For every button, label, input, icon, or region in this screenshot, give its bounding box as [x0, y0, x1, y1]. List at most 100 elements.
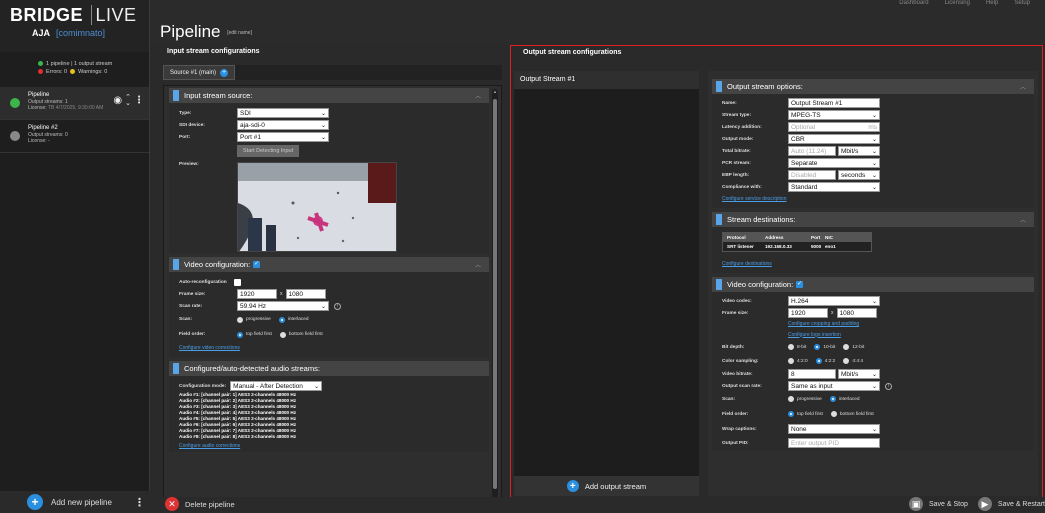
bit-depth-12-radio[interactable]: 12-bit: [843, 344, 864, 350]
help-link[interactable]: Help: [986, 0, 998, 6]
video-bitrate-label: Video bitrate:: [722, 371, 753, 377]
collapse-icon[interactable]: ︿: [475, 260, 481, 269]
configure-cropping-link[interactable]: Configure cropping and padding: [788, 321, 859, 327]
section-header[interactable]: Video configuration: ✓: [712, 277, 1034, 292]
checkbox-checked-icon[interactable]: ✓: [253, 261, 261, 268]
radio-label: top field first: [797, 411, 823, 417]
scroll-up-icon[interactable]: ▲: [492, 89, 498, 94]
video-bitrate-unit-select[interactable]: Mbit/s ⌄: [838, 369, 880, 379]
type-select[interactable]: SDI ⌄: [237, 108, 329, 118]
tab-source-1[interactable]: Source #1 (main) +: [163, 65, 236, 80]
width-input[interactable]: 1920: [237, 289, 277, 299]
start-detecting-button[interactable]: Start Detecting Input: [237, 144, 300, 157]
select-value: Manual - After Detection: [233, 382, 303, 390]
select-value: seconds: [841, 171, 866, 179]
pipeline-item-1[interactable]: Pipeline Output streams: 1 License: TB 4…: [0, 87, 149, 120]
sampling-420-radio[interactable]: 4:2:0: [788, 358, 808, 364]
output-mode-select[interactable]: CBR ⌄: [788, 134, 880, 144]
bottom-field-radio[interactable]: bottom field first: [830, 411, 874, 417]
output-pid-input[interactable]: Enter output PID: [788, 438, 880, 448]
bottom-field-radio[interactable]: bottom field first: [279, 331, 323, 338]
save-restart-button[interactable]: Save & Restart: [998, 501, 1045, 508]
info-icon[interactable]: i: [885, 382, 892, 390]
vertical-scrollbar[interactable]: ▲▼: [492, 89, 498, 513]
configure-service-link[interactable]: Configure service description: [722, 196, 786, 202]
bit-depth-8-radio[interactable]: 8-bit: [788, 344, 806, 350]
setup-link[interactable]: Setup: [1014, 0, 1030, 6]
table-row[interactable]: SRT listener 192.168.0.33 5000 eno1: [723, 242, 871, 251]
collapse-icon[interactable]: ︿: [475, 91, 481, 100]
save-icon[interactable]: ▣: [909, 497, 923, 511]
section-header[interactable]: Configured/auto-detected audio streams:: [169, 361, 489, 376]
config-mode-select[interactable]: Manual - After Detection ⌄: [230, 381, 323, 391]
port-select[interactable]: Port #1 ⌄: [237, 132, 329, 142]
column-header: NIC: [825, 235, 833, 240]
name-input[interactable]: Output Stream #1: [788, 98, 880, 108]
ebp-unit-select[interactable]: seconds ⌄: [838, 170, 880, 180]
latency-input[interactable]: Optional ms: [788, 122, 880, 132]
top-field-radio[interactable]: top field first: [237, 331, 272, 338]
reorder-icon[interactable]: ⌃ ⌄: [125, 94, 131, 107]
add-source-icon[interactable]: +: [220, 68, 229, 77]
configure-video-corrections-link[interactable]: Configure video corrections: [179, 345, 240, 351]
compliance-select[interactable]: Standard ⌄: [788, 182, 880, 192]
wrap-captions-select[interactable]: None ⌄: [788, 424, 880, 434]
section-header[interactable]: Stream destinations: ︿: [712, 212, 1034, 227]
total-bitrate-input[interactable]: Auto (11.24): [788, 146, 836, 156]
collapse-icon[interactable]: ︿: [1020, 215, 1026, 224]
section-header[interactable]: Video configuration: ✓ ︿: [169, 257, 489, 272]
more-menu-icon[interactable]: ⋮: [134, 496, 145, 509]
interlaced-radio[interactable]: interlaced: [278, 316, 309, 323]
stream-type-select[interactable]: MPEG-TS ⌄: [788, 110, 880, 120]
pipeline-item-2[interactable]: Pipeline #2 Output streams: 0 License: -: [0, 120, 149, 153]
top-field-radio[interactable]: top field first: [788, 411, 823, 417]
output-stream-item[interactable]: Output Stream #1: [514, 71, 699, 89]
section-header[interactable]: Input stream source: ︿: [169, 88, 489, 103]
sampling-444-radio[interactable]: 4:4:4: [843, 358, 863, 364]
progressive-radio[interactable]: progressive: [237, 316, 271, 323]
interlaced-radio[interactable]: interlaced: [829, 396, 860, 402]
add-pipeline-label[interactable]: Add new pipeline: [51, 498, 112, 507]
summary-errors: Errors: 0: [46, 69, 68, 75]
delete-pipeline-button[interactable]: ✕ Delete pipeline: [165, 497, 235, 511]
collapse-icon[interactable]: ︿: [1020, 82, 1026, 91]
pcr-select[interactable]: Separate ⌄: [788, 158, 880, 168]
play-icon[interactable]: ▶: [977, 497, 992, 511]
select-value: 59.94 Hz: [240, 302, 267, 310]
height-input[interactable]: 1080: [285, 289, 326, 299]
ebp-input[interactable]: Disabled: [788, 170, 836, 180]
configure-audio-corrections-link[interactable]: Configure audio corrections: [179, 443, 240, 449]
auto-reconfig-checkbox[interactable]: [233, 278, 241, 286]
record-icon[interactable]: ◉: [113, 96, 122, 105]
more-menu-icon[interactable]: ⋮: [134, 96, 144, 105]
frame-size-label: Frame size:: [722, 310, 749, 316]
configure-destinations-link[interactable]: Configure destinations: [722, 261, 772, 267]
bit-depth-10-radio[interactable]: 10-bit: [814, 344, 835, 350]
section-header[interactable]: Output stream options: ︿: [712, 79, 1034, 94]
width-input[interactable]: 1920: [788, 308, 828, 318]
sampling-422-radio[interactable]: 4:2:2: [815, 358, 835, 364]
dashboard-link[interactable]: Dashboard: [899, 0, 928, 6]
bit-depth-label: Bit depth:: [722, 344, 745, 350]
scroll-thumb[interactable]: [493, 99, 497, 489]
radio-label: top field first: [246, 332, 272, 337]
stream-type-label: Stream type:: [722, 112, 752, 118]
add-pipeline-button[interactable]: +: [27, 494, 43, 510]
scan-rate-select[interactable]: 59.94 Hz ⌄: [237, 301, 329, 311]
codec-select[interactable]: H.264 ⌄: [788, 296, 880, 306]
device-select[interactable]: aja-sdi-0 ⌄: [237, 120, 329, 130]
bitrate-unit-select[interactable]: Mbit/s ⌄: [838, 146, 880, 156]
add-output-stream-button[interactable]: + Add output stream: [514, 476, 699, 496]
licensing-link[interactable]: Licensing: [945, 0, 970, 6]
height-input[interactable]: 1080: [836, 308, 877, 318]
checkbox-checked-icon[interactable]: ✓: [796, 281, 804, 288]
video-bitrate-input[interactable]: 8: [788, 369, 836, 379]
edit-name-link[interactable]: [edit name]: [227, 30, 252, 36]
license-value: TB 4/7/2025, 9:30:00 AM: [47, 105, 104, 111]
progressive-radio[interactable]: progressive: [788, 396, 822, 402]
configure-logo-link[interactable]: Configure logo insertion: [788, 332, 841, 338]
save-stop-button[interactable]: Save & Stop: [929, 501, 968, 508]
info-icon[interactable]: i: [334, 302, 341, 310]
output-scan-rate-select[interactable]: Same as input ⌄: [788, 381, 880, 391]
output-pid-label: Output PID:: [722, 440, 749, 446]
